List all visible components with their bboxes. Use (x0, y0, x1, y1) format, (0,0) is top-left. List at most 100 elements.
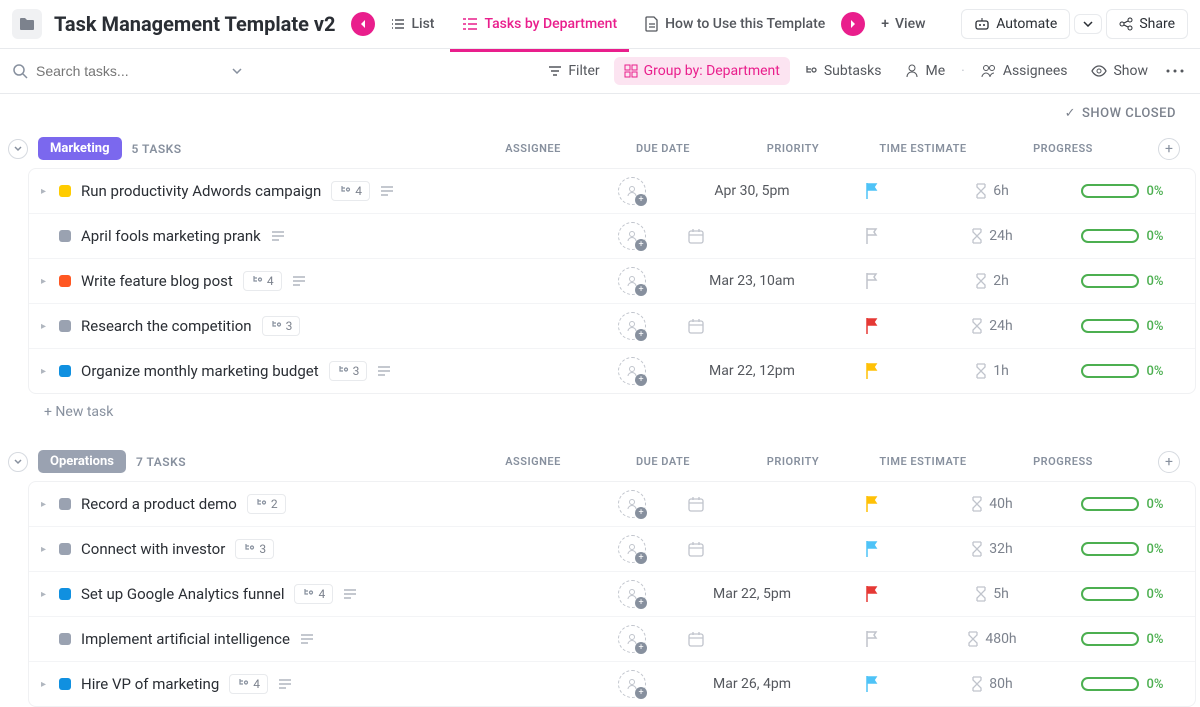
subtask-count-badge[interactable]: 4 (243, 271, 282, 291)
time-estimate-cell[interactable]: 6h (927, 183, 1057, 199)
me-button[interactable]: Me (895, 57, 955, 85)
task-name[interactable]: Record a product demo (81, 495, 237, 513)
status-square[interactable] (59, 230, 71, 242)
priority-cell[interactable] (817, 362, 927, 380)
assignee-placeholder[interactable] (618, 625, 646, 653)
task-name[interactable]: Implement artificial intelligence (81, 630, 290, 648)
subtask-count-badge[interactable]: 4 (331, 181, 370, 201)
collapse-toggle[interactable] (8, 452, 28, 472)
priority-cell[interactable] (817, 675, 927, 693)
description-icon[interactable] (377, 366, 391, 376)
task-name[interactable]: Set up Google Analytics funnel (81, 585, 284, 603)
page-title[interactable]: Task Management Template v2 (54, 12, 335, 36)
subtask-count-badge[interactable]: 3 (262, 316, 301, 336)
add-column-button[interactable]: + (1158, 138, 1180, 160)
description-icon[interactable] (300, 634, 314, 644)
priority-cell[interactable] (817, 227, 927, 245)
time-estimate-cell[interactable]: 80h (927, 676, 1057, 692)
group-badge[interactable]: Operations (38, 450, 126, 473)
description-icon[interactable] (271, 231, 285, 241)
status-square[interactable] (59, 365, 71, 377)
subtask-count-badge[interactable]: 2 (247, 494, 286, 514)
col-progress[interactable]: PROGRESS (998, 142, 1128, 155)
time-estimate-cell[interactable]: 24h (927, 228, 1057, 244)
due-date-cell[interactable] (687, 630, 817, 648)
status-square[interactable] (59, 498, 71, 510)
assignee-placeholder[interactable] (618, 312, 646, 340)
task-name[interactable]: Organize monthly marketing budget (81, 362, 319, 380)
collapse-toggle[interactable] (8, 139, 28, 159)
task-row[interactable]: ▸ Run productivity Adwords campaign 4 Ap… (29, 169, 1195, 214)
task-row[interactable]: ▸ Hire VP of marketing 4 Mar 26, 4pm 80h… (29, 662, 1195, 706)
due-date-cell[interactable]: Mar 23, 10am (687, 273, 817, 289)
expand-caret[interactable]: ▸ (41, 366, 49, 377)
task-name[interactable]: Research the competition (81, 317, 252, 335)
due-date-cell[interactable] (687, 227, 817, 245)
progress-cell[interactable]: 0% (1057, 229, 1187, 244)
due-date-cell[interactable] (687, 540, 817, 558)
task-row[interactable]: ▸ Connect with investor 3 32h 0% (29, 527, 1195, 572)
col-priority[interactable]: PRIORITY (738, 142, 848, 155)
nav-next-button[interactable] (841, 12, 865, 36)
col-time-estimate[interactable]: TIME ESTIMATE (858, 455, 988, 468)
time-estimate-cell[interactable]: 24h (927, 318, 1057, 334)
new-task-button[interactable]: + New task (4, 394, 1196, 426)
subtask-count-badge[interactable]: 3 (329, 361, 368, 381)
task-row[interactable]: ▸ Set up Google Analytics funnel 4 Mar 2… (29, 572, 1195, 617)
expand-caret[interactable]: ▸ (41, 276, 49, 287)
due-date-cell[interactable]: Mar 22, 5pm (687, 586, 817, 602)
view-tab-list[interactable]: List (379, 8, 446, 40)
time-estimate-cell[interactable]: 32h (927, 541, 1057, 557)
task-name[interactable]: April fools marketing prank (81, 227, 261, 245)
expand-caret[interactable]: ▸ (41, 679, 49, 690)
assignee-placeholder[interactable] (618, 267, 646, 295)
priority-cell[interactable] (817, 495, 927, 513)
progress-cell[interactable]: 0% (1057, 497, 1187, 512)
status-square[interactable] (59, 678, 71, 690)
task-name[interactable]: Run productivity Adwords campaign (81, 182, 321, 200)
chevron-down-icon[interactable] (232, 68, 242, 74)
priority-cell[interactable] (817, 585, 927, 603)
assignee-placeholder[interactable] (618, 177, 646, 205)
status-square[interactable] (59, 588, 71, 600)
status-square[interactable] (59, 320, 71, 332)
view-tab-tasks-by-department[interactable]: Tasks by Department (450, 8, 629, 40)
due-date-cell[interactable]: Mar 26, 4pm (687, 676, 817, 692)
assignees-button[interactable]: Assignees (971, 57, 1078, 85)
progress-cell[interactable]: 0% (1057, 587, 1187, 602)
priority-cell[interactable] (817, 317, 927, 335)
show-closed-toggle[interactable]: ✓ SHOW CLOSED (0, 94, 1200, 129)
priority-cell[interactable] (817, 540, 927, 558)
group-badge[interactable]: Marketing (38, 137, 122, 160)
group-by-button[interactable]: Group by: Department (614, 57, 790, 85)
progress-cell[interactable]: 0% (1057, 184, 1187, 199)
status-square[interactable] (59, 275, 71, 287)
due-date-cell[interactable] (687, 317, 817, 335)
progress-cell[interactable]: 0% (1057, 677, 1187, 692)
progress-cell[interactable]: 0% (1057, 274, 1187, 289)
task-row[interactable]: ▸ Research the competition 3 24h 0% (29, 304, 1195, 349)
automate-button[interactable]: Automate (961, 9, 1070, 39)
due-date-cell[interactable]: Mar 22, 12pm (687, 363, 817, 379)
col-progress[interactable]: PROGRESS (998, 455, 1128, 468)
status-square[interactable] (59, 185, 71, 197)
assignee-placeholder[interactable] (618, 357, 646, 385)
task-row[interactable]: ▸ Organize monthly marketing budget 3 Ma… (29, 349, 1195, 393)
task-row[interactable]: ▸ Record a product demo 2 40h 0% (29, 482, 1195, 527)
search-box[interactable] (12, 63, 242, 79)
status-square[interactable] (59, 543, 71, 555)
progress-cell[interactable]: 0% (1057, 542, 1187, 557)
time-estimate-cell[interactable]: 480h (927, 631, 1057, 647)
filter-button[interactable]: Filter (538, 57, 609, 85)
add-view-button[interactable]: + View (869, 8, 937, 40)
time-estimate-cell[interactable]: 5h (927, 586, 1057, 602)
expand-caret[interactable]: ▸ (41, 589, 49, 600)
status-square[interactable] (59, 633, 71, 645)
search-input[interactable] (36, 63, 224, 79)
subtask-count-badge[interactable]: 4 (229, 674, 268, 694)
subtasks-button[interactable]: Subtasks (794, 57, 892, 85)
assignee-placeholder[interactable] (618, 222, 646, 250)
expand-caret[interactable]: ▸ (41, 499, 49, 510)
task-row[interactable]: Implement artificial intelligence 480h 0… (29, 617, 1195, 662)
expand-caret[interactable]: ▸ (41, 186, 49, 197)
